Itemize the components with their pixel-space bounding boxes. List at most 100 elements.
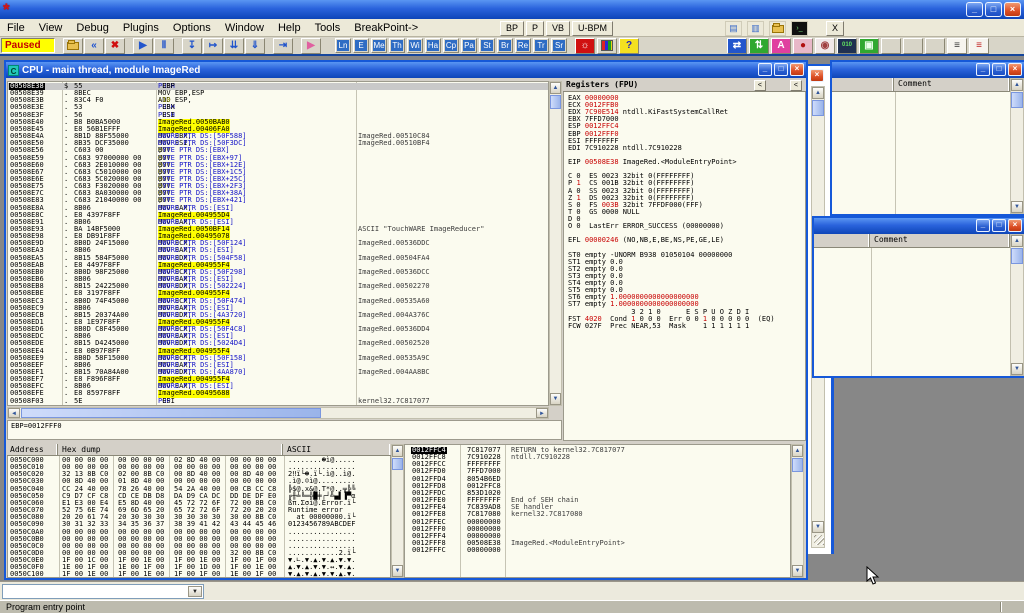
go-to-icon[interactable]: ▶ xyxy=(301,38,321,54)
run-icon[interactable]: ▶ xyxy=(133,38,153,54)
stack-row[interactable]: 0012FFDC853D1020 xyxy=(405,490,790,497)
menu-tools[interactable]: Tools xyxy=(308,21,348,35)
stack-row[interactable]: 0012FFE47C839AD8SE handler xyxy=(405,504,790,511)
open-file-icon[interactable] xyxy=(63,38,83,54)
execute-till-return-icon[interactable]: ⇥ xyxy=(273,38,293,54)
dump-header-ascii[interactable]: ASCII xyxy=(284,444,390,455)
combo-dropdown-button[interactable]: ▼ xyxy=(188,586,202,597)
menu-button-bp[interactable]: BP xyxy=(500,21,524,36)
comment-window-bottom[interactable]: _ □ × Comment ▲ ▼ xyxy=(812,216,1024,378)
register-line[interactable]: EDI 7C910228 ntdll.7C910228 xyxy=(568,145,682,152)
empty-slot[interactable] xyxy=(881,38,901,54)
cpu-title-bar[interactable]: C CPU - main thread, module ImageRed _ □… xyxy=(6,62,806,78)
help-icon[interactable]: ? xyxy=(619,38,639,54)
registers-pane[interactable]: EAX 00000000ECX 0012FFB0EDX 7C90E514 ntd… xyxy=(563,92,806,441)
stack-row[interactable]: 0012FFE87C817080kernel32.7C817080 xyxy=(405,511,790,518)
menu-view[interactable]: View xyxy=(32,21,70,35)
stack-row[interactable]: 0012FFD07FFD7000 xyxy=(405,468,790,475)
spiral-icon[interactable]: ◉ xyxy=(815,38,835,54)
close-button[interactable]: × xyxy=(1008,219,1022,232)
toolbar-button-wi[interactable]: Wi xyxy=(407,38,423,53)
stack-row[interactable]: 0012FFF800508E38ImageRed.<ModuleEntryPoi… xyxy=(405,540,790,547)
dump-pane[interactable]: 0050C00000 00 00 0000 00 00 0002 8D 40 0… xyxy=(7,456,391,578)
bits-icon[interactable]: 010 xyxy=(837,38,857,54)
stack-vscrollbar[interactable]: ▲ ▼ xyxy=(791,444,804,578)
toolbar-button-ha[interactable]: Ha xyxy=(425,38,441,53)
dump-row[interactable]: 0050C1001F 00 1E 001F 00 1E 001F 00 1F 0… xyxy=(8,571,390,578)
pause-icon[interactable]: Ⅱ xyxy=(154,38,174,54)
stack-row[interactable]: 0012FFC47C817077RETURN to kernel32.7C817… xyxy=(405,447,790,454)
toolbar-button-re[interactable]: Re xyxy=(515,38,531,53)
dump-vscrollbar[interactable]: ▲ ▼ xyxy=(391,444,404,578)
toolbar-button-br[interactable]: Br xyxy=(497,38,513,53)
menu-close-x-button[interactable]: X xyxy=(826,21,844,36)
disassembly-pane[interactable]: 00508E38$55PUSH EBP00508E39.8BECMOV EBP,… xyxy=(7,81,549,406)
column-header-blank[interactable] xyxy=(814,234,870,247)
empty-slot[interactable] xyxy=(903,38,923,54)
registers-collapse-button[interactable]: < xyxy=(790,80,802,91)
stack-row[interactable]: 0012FFCCFFFFFFFF xyxy=(405,461,790,468)
toolbar-button-cp[interactable]: Cp xyxy=(443,38,459,53)
stack-row[interactable]: 0012FFF000000000 xyxy=(405,526,790,533)
minimize-button[interactable]: _ xyxy=(966,2,983,17)
trace-over-icon[interactable]: ⇓ xyxy=(245,38,265,54)
minimize-button[interactable]: _ xyxy=(976,219,990,232)
empty-slot[interactable] xyxy=(925,38,945,54)
restart-icon[interactable]: « xyxy=(84,38,104,54)
main-title-bar[interactable]: * _ □ × xyxy=(0,0,1024,19)
list-red-icon[interactable]: ≡ xyxy=(969,38,989,54)
toolbar-button-st[interactable]: St xyxy=(479,38,495,53)
stack-row[interactable]: 0012FFEC00000000 xyxy=(405,519,790,526)
ascii-icon[interactable]: A xyxy=(771,38,791,54)
dump-header-address[interactable]: Address xyxy=(7,444,58,455)
menu-button-vb[interactable]: VB xyxy=(546,21,570,36)
cpu-window[interactable]: C CPU - main thread, module ImageRed _ □… xyxy=(4,60,808,580)
toolbar-button-pa[interactable]: Pa xyxy=(461,38,477,53)
menu-button-p[interactable]: P xyxy=(526,21,544,36)
book-icon[interactable]: ▥ xyxy=(747,21,764,36)
dump-header-hex[interactable]: Hex dump xyxy=(59,444,283,455)
registers-header[interactable]: Registers (FPU) < < xyxy=(563,79,806,92)
disassembly-vscrollbar[interactable]: ▲ ▼ xyxy=(549,81,562,406)
comment-pane[interactable] xyxy=(814,248,1010,376)
stack-pane[interactable]: 0012FFC47C817077RETURN to kernel32.7C817… xyxy=(404,444,791,578)
comment-window-top[interactable]: _ □ × Comment ▲ ▼ xyxy=(830,60,1024,216)
maximize-button[interactable]: □ xyxy=(992,219,1006,232)
disasm-row[interactable]: 00508E3B.83C4 F0ADD ESP,-10 xyxy=(8,97,548,104)
command-input[interactable]: ▼ xyxy=(2,584,204,599)
step-over-icon[interactable]: ↦ xyxy=(203,38,223,54)
register-line[interactable]: EFL 00000246 (NO,NB,E,BE,NS,PE,GE,LE) xyxy=(568,237,724,244)
menu-file[interactable]: File xyxy=(0,21,32,35)
stack-row[interactable]: 0012FFFC00000000 xyxy=(405,547,790,554)
toolbar-button-ln[interactable]: Ln xyxy=(335,38,351,53)
column-header-comment[interactable]: Comment xyxy=(895,78,1010,91)
toolbar-button-e[interactable]: E xyxy=(353,38,369,53)
column-header-blank[interactable] xyxy=(832,78,894,91)
disasm-row[interactable]: 00508F03.5EPOP ESIkernel32.7C817077 xyxy=(8,398,548,405)
scrollbar[interactable]: ▲ ▼ xyxy=(1010,234,1024,376)
menu-help[interactable]: Help xyxy=(271,21,308,35)
comment-window-bottom-title-bar[interactable]: _ □ × xyxy=(814,218,1024,234)
toolbar-button-me[interactable]: Me xyxy=(371,38,387,53)
step-into-icon[interactable]: ↧ xyxy=(182,38,202,54)
toolbar-button-th[interactable]: Th xyxy=(389,38,405,53)
stack-row[interactable]: 0012FFE0FFFFFFFFEnd of SEH chain xyxy=(405,497,790,504)
appearance-icon[interactable] xyxy=(597,38,617,54)
menu-window[interactable]: Window xyxy=(218,21,271,35)
close-button[interactable]: × xyxy=(790,63,804,76)
record-icon[interactable]: ● xyxy=(793,38,813,54)
minimize-button[interactable]: _ xyxy=(758,63,772,76)
info-pane[interactable]: EBP=0012FFF0 xyxy=(7,420,562,440)
menu-breakpoint[interactable]: BreakPoint-> xyxy=(347,21,425,35)
menu-button-u-bpm[interactable]: U-BPM xyxy=(572,21,613,36)
notepad-icon[interactable]: ▤ xyxy=(725,21,742,36)
window-icon[interactable]: ▣ xyxy=(859,38,879,54)
restore-button[interactable]: □ xyxy=(774,63,788,76)
console-icon[interactable]: ›_ xyxy=(791,21,808,36)
stack-row[interactable]: 0012FFD48054B6ED xyxy=(405,476,790,483)
stack-row[interactable]: 0012FFD80012FFC8 xyxy=(405,483,790,490)
toolbar-button-sr[interactable]: Sr xyxy=(551,38,567,53)
folder-icon[interactable] xyxy=(769,21,786,36)
toolbar-button-tr[interactable]: Tr xyxy=(533,38,549,53)
column-header-comment[interactable]: Comment xyxy=(871,234,1010,247)
